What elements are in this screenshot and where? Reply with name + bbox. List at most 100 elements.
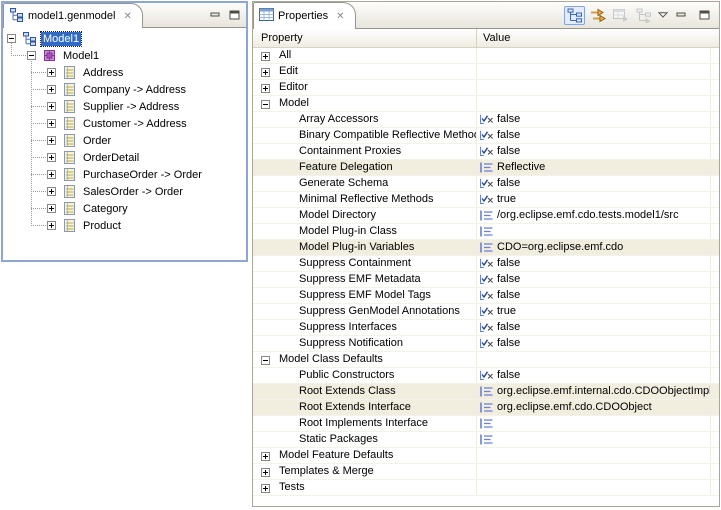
- tree-item[interactable]: Company -> Address: [3, 81, 246, 98]
- expand-icon[interactable]: [47, 68, 56, 77]
- expand-icon[interactable]: [261, 67, 270, 76]
- tree-item[interactable]: Model1: [3, 30, 246, 47]
- property-row[interactable]: Root Implements Interface: [253, 416, 719, 432]
- minimize-icon[interactable]: [671, 6, 692, 25]
- property-name-cell: Suppress GenModel Annotations: [253, 304, 477, 319]
- tree-item[interactable]: Order: [3, 132, 246, 149]
- property-row[interactable]: Tests: [253, 480, 719, 496]
- property-value-cell[interactable]: [477, 432, 711, 447]
- property-name-cell: Model Plug-in Variables: [253, 240, 477, 255]
- collapse-icon[interactable]: [261, 99, 270, 108]
- tree-item[interactable]: Category: [3, 200, 246, 217]
- minimize-icon[interactable]: [208, 8, 223, 22]
- property-row[interactable]: Root Extends Interfaceorg.eclipse.emf.cd…: [253, 400, 719, 416]
- expand-icon[interactable]: [47, 102, 56, 111]
- property-value-cell[interactable]: false: [477, 144, 711, 159]
- expand-icon[interactable]: [47, 136, 56, 145]
- close-icon[interactable]: ✕: [336, 11, 344, 22]
- property-value-cell[interactable]: false: [477, 336, 711, 351]
- tree-guide-line: [31, 157, 46, 158]
- property-value-cell[interactable]: true: [477, 192, 711, 207]
- expand-icon[interactable]: [47, 204, 56, 213]
- property-value-cell[interactable]: false: [477, 320, 711, 335]
- property-value-cell[interactable]: false: [477, 272, 711, 287]
- tree-guide-line: [31, 174, 46, 175]
- property-row[interactable]: Minimal Reflective Methodstrue: [253, 192, 719, 208]
- property-value-cell[interactable]: false: [477, 288, 711, 303]
- expand-icon[interactable]: [47, 221, 56, 230]
- property-row[interactable]: Array Accessorsfalse: [253, 112, 719, 128]
- property-row[interactable]: Suppress GenModel Annotationstrue: [253, 304, 719, 320]
- tree-item[interactable]: Model1: [3, 47, 246, 64]
- expand-icon[interactable]: [261, 51, 270, 60]
- property-row[interactable]: Suppress EMF Model Tagsfalse: [253, 288, 719, 304]
- tree-item[interactable]: Product: [3, 217, 246, 234]
- property-row[interactable]: Model Directory/org.eclipse.emf.cdo.test…: [253, 208, 719, 224]
- property-row[interactable]: Model: [253, 96, 719, 112]
- property-value-cell[interactable]: [477, 224, 711, 239]
- property-row[interactable]: Static Packages: [253, 432, 719, 448]
- property-row[interactable]: Edit: [253, 64, 719, 80]
- property-row[interactable]: All: [253, 48, 719, 64]
- expand-icon[interactable]: [261, 483, 270, 492]
- property-row[interactable]: Suppress Notificationfalse: [253, 336, 719, 352]
- tree-item[interactable]: SalesOrder -> Order: [3, 183, 246, 200]
- tree-mode-icon[interactable]: [564, 6, 585, 25]
- property-value-cell[interactable]: org.eclipse.emf.cdo.CDOObject: [477, 400, 711, 415]
- property-row[interactable]: Feature DelegationReflective: [253, 160, 719, 176]
- property-row[interactable]: Editor: [253, 80, 719, 96]
- expand-icon[interactable]: [47, 85, 56, 94]
- tree-item[interactable]: Supplier -> Address: [3, 98, 246, 115]
- property-value-cell[interactable]: CDO=org.eclipse.emf.cdo: [477, 240, 711, 255]
- property-value-cell[interactable]: /org.eclipse.emf.cdo.tests.model1/src: [477, 208, 711, 223]
- expand-icon[interactable]: [261, 83, 270, 92]
- expand-icon[interactable]: [47, 187, 56, 196]
- tree-item[interactable]: Customer -> Address: [3, 115, 246, 132]
- view-menu-icon[interactable]: [656, 6, 669, 25]
- maximize-icon[interactable]: [694, 6, 715, 25]
- expand-icon[interactable]: [261, 451, 270, 460]
- tree-item-label: Order: [81, 134, 113, 148]
- tree-item[interactable]: Address: [3, 64, 246, 81]
- collapse-icon[interactable]: [261, 355, 270, 364]
- property-value-cell[interactable]: true: [477, 304, 711, 319]
- property-row[interactable]: Model Plug-in Class: [253, 224, 719, 240]
- property-value-cell[interactable]: false: [477, 368, 711, 383]
- property-row[interactable]: Public Constructorsfalse: [253, 368, 719, 384]
- expand-icon[interactable]: [47, 153, 56, 162]
- property-value-cell[interactable]: false: [477, 128, 711, 143]
- tree-item[interactable]: OrderDetail: [3, 149, 246, 166]
- text-value-icon: [479, 226, 494, 237]
- property-row[interactable]: Containment Proxiesfalse: [253, 144, 719, 160]
- collapse-icon[interactable]: [27, 51, 36, 60]
- maximize-icon[interactable]: [227, 8, 242, 22]
- expand-icon[interactable]: [47, 119, 56, 128]
- property-row[interactable]: Generate Schemafalse: [253, 176, 719, 192]
- property-value-cell[interactable]: [477, 416, 711, 431]
- advanced-properties-icon[interactable]: [587, 6, 608, 25]
- property-value-cell[interactable]: Reflective: [477, 160, 711, 175]
- property-row[interactable]: Binary Compatible Reflective Methodsfals…: [253, 128, 719, 144]
- property-value-cell[interactable]: false: [477, 176, 711, 191]
- property-row[interactable]: Model Feature Defaults: [253, 448, 719, 464]
- expand-icon[interactable]: [47, 170, 56, 179]
- collapse-icon[interactable]: [7, 34, 16, 43]
- property-row[interactable]: Templates & Merge: [253, 464, 719, 480]
- property-row[interactable]: Suppress EMF Metadatafalse: [253, 272, 719, 288]
- property-row[interactable]: Suppress Interfacesfalse: [253, 320, 719, 336]
- property-row[interactable]: Model Class Defaults: [253, 352, 719, 368]
- property-row[interactable]: Root Extends Classorg.eclipse.emf.intern…: [253, 384, 719, 400]
- property-value-cell[interactable]: false: [477, 112, 711, 127]
- tree-item[interactable]: PurchaseOrder -> Order: [3, 166, 246, 183]
- expand-icon[interactable]: [261, 467, 270, 476]
- class-icon: [61, 99, 77, 115]
- property-name-cell: Static Packages: [253, 432, 477, 447]
- editor-tab-model1-genmodel[interactable]: model1.genmodel ✕: [3, 3, 143, 28]
- property-row[interactable]: Model Plug-in VariablesCDO=org.eclipse.e…: [253, 240, 719, 256]
- property-value-cell[interactable]: org.eclipse.emf.internal.cdo.CDOObjectIm…: [477, 384, 711, 399]
- tab-properties[interactable]: Properties ✕: [253, 2, 356, 29]
- property-name-cell: Templates & Merge: [253, 464, 477, 479]
- close-icon[interactable]: ✕: [123, 11, 131, 22]
- property-value-cell[interactable]: false: [477, 256, 711, 271]
- property-row[interactable]: Suppress Containmentfalse: [253, 256, 719, 272]
